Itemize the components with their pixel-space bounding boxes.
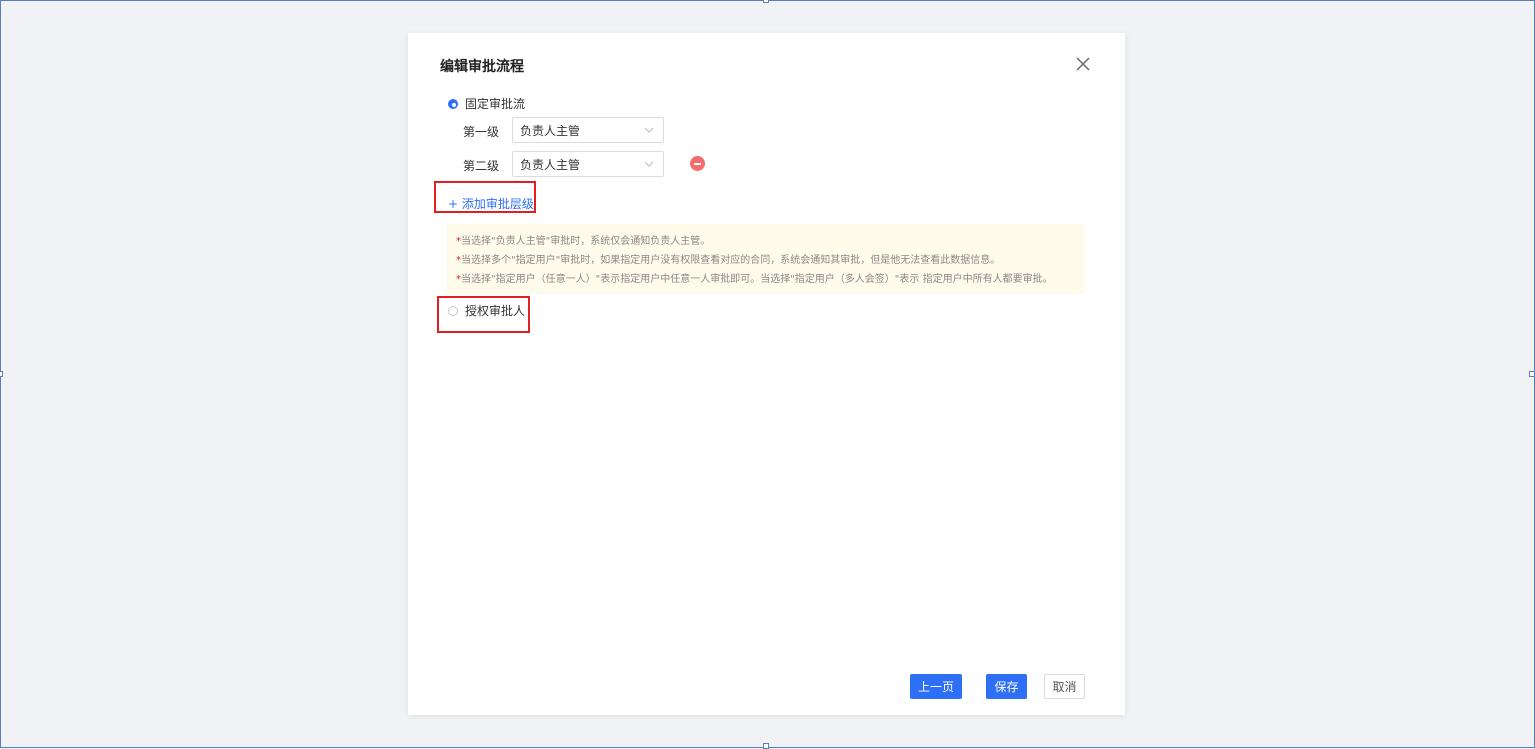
resize-handle-bottom[interactable] <box>763 743 769 749</box>
notice-line: *当选择多个"指定用户"审批时，如果指定用户没有权限查看对应的合同，系统会通知其… <box>456 255 1001 266</box>
resize-handle-left[interactable] <box>0 371 3 377</box>
remove-level-icon[interactable] <box>690 156 705 171</box>
fixed-flow-label: 固定审批流 <box>465 97 526 111</box>
notice-line: *当选择"指定用户（任意一人）"表示指定用户中任意一人审批即可。当选择"指定用户… <box>456 274 1053 285</box>
radio-checked-icon[interactable] <box>448 98 458 109</box>
prev-page-button[interactable]: 上一页 <box>910 674 962 699</box>
authorize-approver-label: 授权审批人 <box>465 304 526 318</box>
level-1-value: 负责人主管 <box>520 123 581 138</box>
close-icon[interactable] <box>1074 55 1092 73</box>
level-2-select[interactable]: 负责人主管 <box>512 151 664 177</box>
level-1-select[interactable]: 负责人主管 <box>512 117 664 143</box>
radio-unchecked-icon[interactable] <box>448 305 458 316</box>
level-2-value: 负责人主管 <box>520 157 581 172</box>
dialog-title: 编辑审批流程 <box>440 59 524 75</box>
level-2-label: 第二级 <box>463 159 500 173</box>
resize-handle-top[interactable] <box>763 0 769 3</box>
notice-panel: *当选择"负责人主管"审批时，系统仅会通知负责人主管。 *当选择多个"指定用户"… <box>447 224 1085 294</box>
chevron-down-icon <box>644 161 654 167</box>
edit-approval-flow-dialog: 编辑审批流程 固定审批流 第一级 负责人主管 第二级 负责人主管 + 添加审批层… <box>408 33 1125 715</box>
resize-handle-right[interactable] <box>1529 371 1535 377</box>
save-button[interactable]: 保存 <box>986 674 1027 699</box>
cancel-button[interactable]: 取消 <box>1044 674 1085 699</box>
level-1-label: 第一级 <box>463 125 500 139</box>
notice-line: *当选择"负责人主管"审批时，系统仅会通知负责人主管。 <box>456 236 711 247</box>
add-level-button[interactable]: + 添加审批层级 <box>448 195 534 212</box>
authorize-approver-radio[interactable]: 授权审批人 <box>448 302 525 319</box>
fixed-flow-radio[interactable]: 固定审批流 <box>448 95 525 112</box>
chevron-down-icon <box>644 127 654 133</box>
